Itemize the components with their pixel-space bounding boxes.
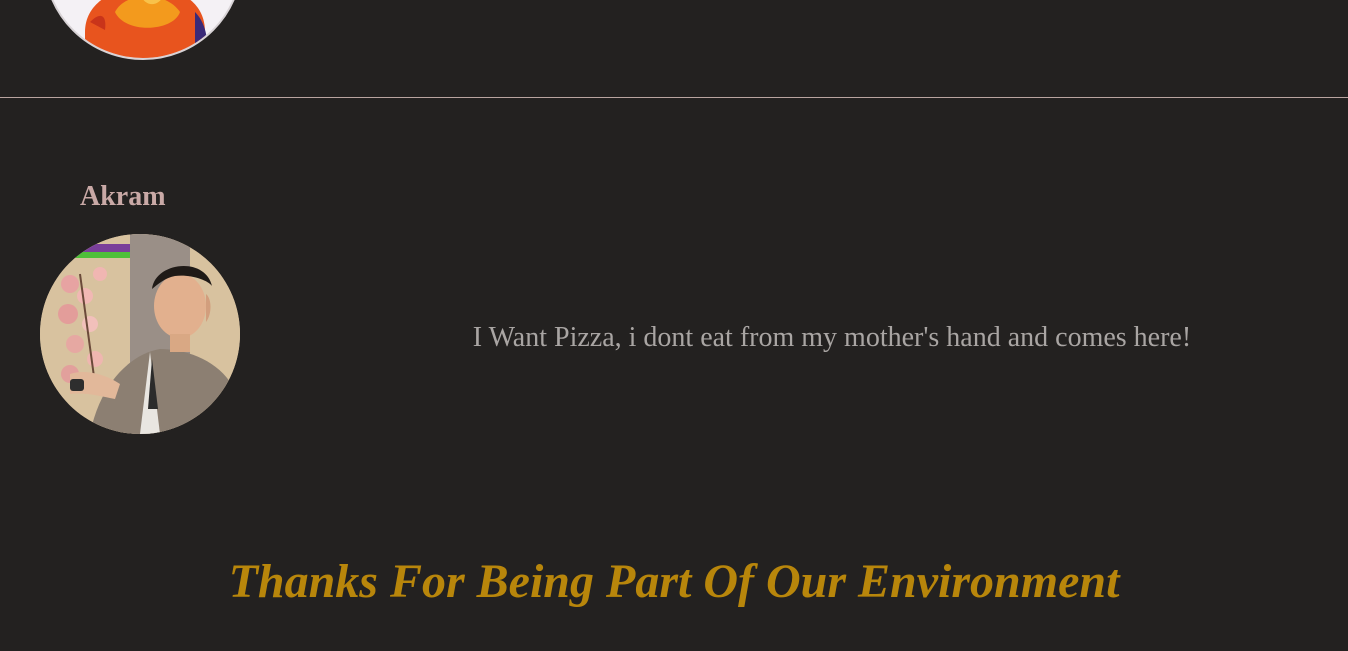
- page: Akram I Want Pizza, i dont eat from my m…: [0, 0, 1348, 651]
- previous-reviewer-avatar: [43, 0, 243, 60]
- reviewer-photo-icon: [40, 234, 240, 434]
- reviewer-name: Akram: [80, 181, 166, 212]
- section-divider: [0, 97, 1348, 98]
- review-text: I Want Pizza, i dont eat from my mother'…: [472, 322, 1192, 353]
- cartoon-duck-avatar-icon: [45, 0, 241, 58]
- thanks-heading: Thanks For Being Part Of Our Environment: [228, 555, 1120, 608]
- reviewer-photo-avatar: [40, 234, 240, 434]
